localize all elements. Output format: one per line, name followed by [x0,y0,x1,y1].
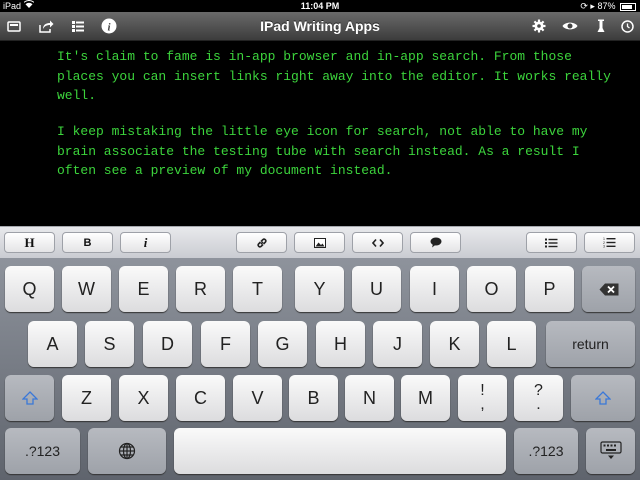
italic-button[interactable]: i [120,232,171,253]
key-d[interactable]: D [143,321,192,367]
key-g[interactable]: G [258,321,307,367]
key-comma-label: , [480,396,485,413]
heading-button[interactable]: H [4,232,55,253]
link-button[interactable] [236,232,287,253]
svg-text:3: 3 [603,245,605,249]
key-q[interactable]: Q [5,266,54,312]
quote-button[interactable] [410,232,461,253]
shift-icon [21,391,38,405]
orientation-lock-icon: ⟳ [580,1,588,11]
space-key[interactable] [174,428,506,474]
battery-icon [620,2,636,11]
key-question-period[interactable]: ? . [514,375,563,421]
key-e[interactable]: E [119,266,168,312]
status-right: ⟳ ▸ 87% [580,1,636,12]
key-m[interactable]: M [401,375,450,421]
battery-percent: 87% [597,1,616,11]
globe-key[interactable] [88,428,166,474]
shift-right-key[interactable] [571,375,635,421]
status-bar: iPad 11:04 PM ⟳ ▸ 87% [0,0,640,12]
editor-paragraph-2: I keep mistaking the little eye icon for… [57,124,588,178]
code-icon [371,238,384,247]
gear-icon[interactable] [530,17,548,35]
image-icon [313,237,326,248]
numbers-right-key[interactable]: .?123 [514,428,578,474]
numbered-list-icon: 123 [603,237,616,248]
numbers-left-key[interactable]: .?123 [5,428,80,474]
app-toolbar: i IPad Writing Apps [0,12,640,41]
backspace-icon [599,283,618,295]
key-n[interactable]: N [345,375,394,421]
key-v[interactable]: V [233,375,282,421]
key-w[interactable]: W [62,266,111,312]
key-t[interactable]: T [233,266,282,312]
key-x[interactable]: X [119,375,168,421]
code-button[interactable] [352,232,403,253]
key-z[interactable]: Z [62,375,111,421]
globe-icon [118,442,136,460]
shift-left-key[interactable] [5,375,54,421]
bold-button[interactable]: B [62,232,113,253]
clock-icon[interactable] [618,17,636,35]
link-icon [256,237,267,248]
key-u[interactable]: U [352,266,401,312]
key-i[interactable]: I [410,266,459,312]
key-c[interactable]: C [176,375,225,421]
quote-icon [430,237,441,248]
key-y[interactable]: Y [295,266,344,312]
key-period-label: . [536,396,541,413]
return-key[interactable]: return [546,321,635,367]
key-p[interactable]: P [525,266,574,312]
key-o[interactable]: O [467,266,516,312]
keyboard-dismiss-icon [599,441,622,459]
bullet-list-button[interactable] [526,232,577,253]
text-editor[interactable]: It's claim to fame is in-app browser and… [0,41,640,226]
key-f[interactable]: F [201,321,250,367]
key-s[interactable]: S [85,321,134,367]
key-l[interactable]: L [487,321,536,367]
shift-icon [595,391,611,405]
backspace-key[interactable] [582,266,635,312]
bullet-list-icon [545,238,558,247]
eye-icon[interactable] [561,17,579,35]
key-j[interactable]: J [373,321,422,367]
image-button[interactable] [294,232,345,253]
key-a[interactable]: A [28,321,77,367]
editor-paragraph-1: It's claim to fame is in-app browser and… [57,49,611,103]
key-h[interactable]: H [316,321,365,367]
dismiss-keyboard-key[interactable] [586,428,635,474]
key-exclaim-comma[interactable]: ! , [458,375,507,421]
key-k[interactable]: K [430,321,479,367]
format-toolbar: H B i 123 [0,226,640,259]
key-r[interactable]: R [176,266,225,312]
numbered-list-button[interactable]: 123 [584,232,635,253]
test-tube-icon[interactable] [592,17,610,35]
on-screen-keyboard: Q W E R T Y U I O P A S D F G H J K L re… [0,258,640,480]
key-b[interactable]: B [289,375,338,421]
status-time: 11:04 PM [300,1,340,11]
play-icon: ▸ [590,1,595,11]
